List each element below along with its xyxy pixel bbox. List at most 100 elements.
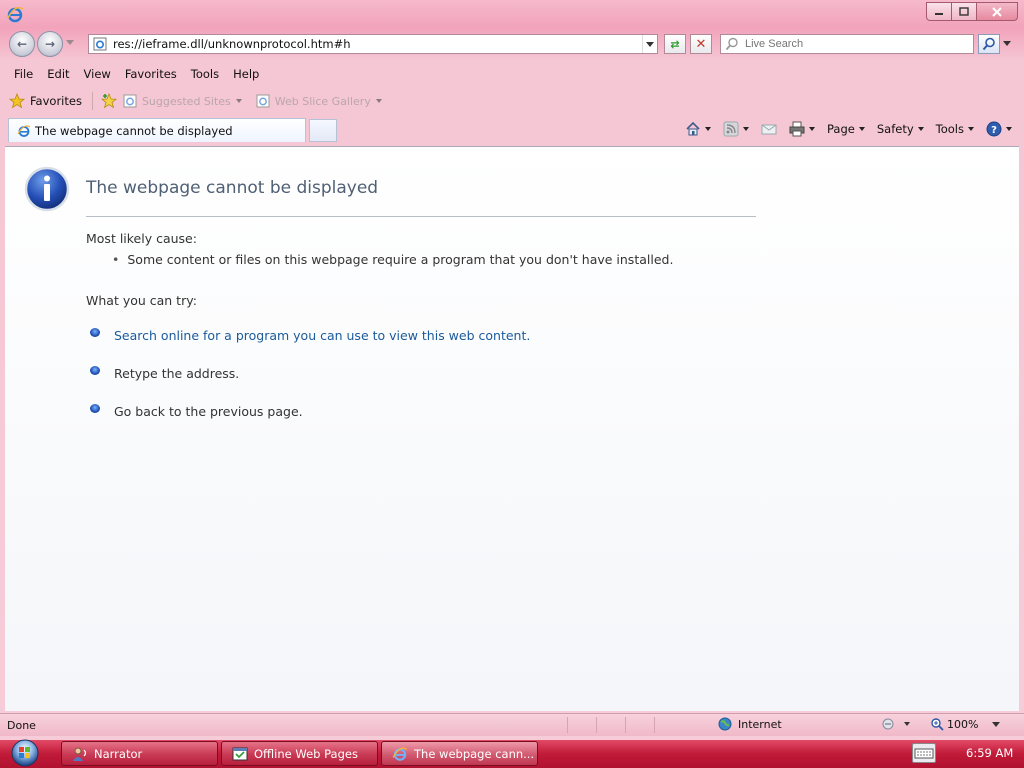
ie-logo-icon	[17, 124, 31, 137]
help-button[interactable]: ?	[986, 121, 1012, 137]
search-icon	[982, 37, 995, 51]
feeds-button[interactable]	[723, 121, 750, 137]
separator	[91, 92, 93, 110]
likely-cause-heading: Most likely cause:	[86, 231, 197, 246]
page-menu-label: Page	[827, 122, 855, 136]
keyboard-icon[interactable]	[912, 743, 936, 763]
security-zone[interactable]: Internet	[718, 717, 782, 731]
menu-tools[interactable]: Tools	[184, 67, 226, 81]
chevron-down-icon	[968, 127, 974, 131]
refresh-icon: ⇄	[670, 37, 680, 51]
search-icon	[725, 37, 738, 51]
add-favorite-icon	[100, 93, 118, 109]
arrow-left-icon: ←	[16, 37, 28, 51]
command-bar: Page Safety Tools ?	[673, 119, 1012, 139]
arrow-right-icon: →	[44, 37, 56, 51]
page-icon	[93, 37, 107, 51]
globe-icon	[718, 717, 732, 731]
web-slice-gallery-link[interactable]: Web Slice Gallery	[256, 94, 382, 108]
ie-page-icon	[123, 94, 137, 108]
favorites-label: Favorites	[30, 94, 82, 108]
chevron-down-icon	[743, 127, 750, 131]
system-clock[interactable]: 6:59 AM	[966, 746, 1013, 760]
status-separator	[625, 717, 626, 733]
zoom-control[interactable]: 100%	[930, 717, 1001, 731]
printer-icon	[789, 121, 805, 137]
page-menu-button[interactable]: Page	[827, 122, 865, 136]
tools-menu-button[interactable]: Tools	[936, 122, 974, 136]
back-button[interactable]: ←	[9, 31, 35, 57]
tab-current[interactable]: The webpage cannot be displayed	[8, 118, 306, 142]
zone-label: Internet	[738, 717, 782, 731]
keyboard-glyph	[914, 748, 934, 759]
refresh-button[interactable]: ⇄	[664, 34, 686, 54]
title-bar[interactable]	[0, 0, 1024, 30]
likely-cause-item: Some content or files on this webpage re…	[112, 252, 673, 267]
address-bar[interactable]: res://ieframe.dll/unknownprotocol.htm#h	[88, 34, 658, 54]
search-box[interactable]	[720, 34, 974, 54]
status-text: Done	[7, 718, 36, 732]
chevron-down-icon	[375, 99, 382, 103]
retype-address-option: Retype the address.	[90, 364, 239, 382]
chevron-down-icon	[646, 41, 654, 47]
close-button[interactable]	[976, 2, 1018, 21]
stop-button[interactable]: ✕	[690, 34, 712, 54]
chevron-down-icon	[992, 721, 1001, 727]
search-options-dropdown[interactable]	[1003, 41, 1011, 46]
protected-mode-button[interactable]	[880, 717, 910, 731]
tools-menu-label: Tools	[935, 122, 964, 136]
bullet-icon	[90, 365, 100, 375]
add-to-favorites-bar-button[interactable]	[99, 92, 119, 110]
menu-view[interactable]: View	[77, 67, 118, 81]
start-button[interactable]	[0, 738, 44, 768]
taskbar-item-narrator[interactable]: Narrator	[61, 741, 218, 766]
chevron-down-icon	[705, 127, 712, 131]
protected-mode-icon	[882, 718, 894, 730]
search-input[interactable]	[743, 37, 973, 51]
address-dropdown[interactable]	[642, 35, 657, 53]
bullet-icon	[90, 327, 100, 337]
narrator-icon	[73, 747, 87, 761]
status-separator	[596, 717, 597, 733]
suggested-sites-label: Suggested Sites	[141, 94, 231, 108]
suggested-sites-link[interactable]: Suggested Sites	[123, 94, 242, 108]
print-button[interactable]	[789, 121, 816, 137]
tab-title: The webpage cannot be displayed	[35, 123, 233, 138]
taskbar-item-ie[interactable]: The webpage cann...	[381, 741, 538, 766]
maximize-button[interactable]	[951, 2, 977, 21]
home-icon	[686, 121, 700, 136]
status-bar: Done Internet 100%	[0, 713, 1024, 736]
taskbar-item-offline-web-pages[interactable]: Offline Web Pages	[221, 741, 378, 766]
chevron-down-icon	[917, 127, 924, 131]
status-separator	[654, 717, 655, 733]
menu-help[interactable]: Help	[226, 67, 266, 81]
forward-button[interactable]: →	[37, 31, 63, 57]
minimize-button[interactable]	[926, 2, 952, 21]
home-button[interactable]	[685, 121, 712, 137]
search-online-link[interactable]: Search online for a program you can use …	[114, 328, 530, 343]
address-text[interactable]: res://ieframe.dll/unknownprotocol.htm#h	[113, 37, 642, 51]
safety-menu-button[interactable]: Safety	[877, 122, 924, 136]
search-online-option: Search online for a program you can use …	[90, 326, 530, 344]
chevron-down-icon	[809, 127, 816, 131]
divider	[86, 216, 756, 217]
chevron-down-icon	[858, 127, 865, 131]
menu-favorites[interactable]: Favorites	[118, 67, 184, 81]
favorites-bar: Favorites Suggested Sites Web Slice Gall…	[0, 88, 1024, 114]
retype-address-text: Retype the address.	[114, 365, 240, 381]
recent-pages-dropdown[interactable]	[66, 40, 74, 45]
new-tab-button[interactable]	[309, 119, 337, 142]
menu-file[interactable]: File	[0, 67, 40, 81]
menu-edit[interactable]: Edit	[40, 67, 76, 81]
svg-text:?: ?	[991, 125, 997, 136]
go-back-text: Go back to the previous page.	[114, 403, 303, 419]
page-title: The webpage cannot be displayed	[86, 178, 379, 198]
status-separator	[567, 717, 568, 733]
favorites-button[interactable]: Favorites	[9, 93, 82, 109]
search-go-button[interactable]	[978, 34, 1000, 54]
star-icon	[9, 93, 25, 109]
web-slice-gallery-label: Web Slice Gallery	[274, 94, 371, 108]
window-icon	[232, 747, 248, 760]
minimize-icon	[935, 12, 943, 15]
read-mail-button[interactable]	[761, 121, 777, 137]
